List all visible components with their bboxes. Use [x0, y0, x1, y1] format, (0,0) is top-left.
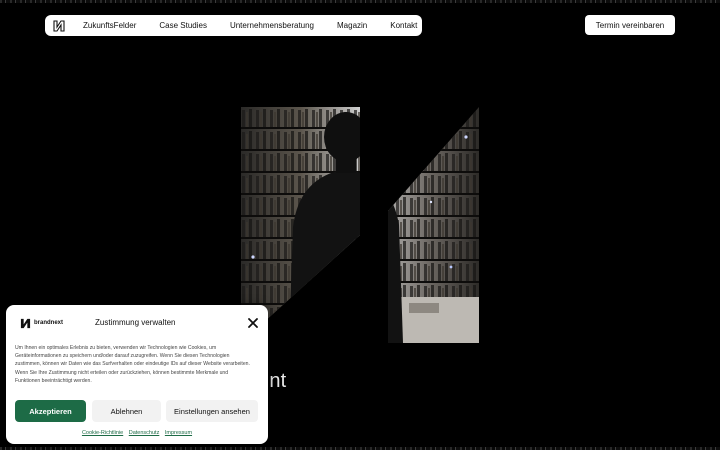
hero-logo-image: [241, 107, 479, 343]
consent-links: Cookie-Richtlinie Datenschutz Impressum: [6, 430, 268, 436]
link-cookie-policy[interactable]: Cookie-Richtlinie: [82, 430, 123, 436]
decline-button[interactable]: Ablehnen: [92, 400, 161, 422]
brandnext-logo-icon[interactable]: [53, 19, 65, 32]
consent-brand-logo: brandnext: [20, 316, 63, 330]
link-privacy[interactable]: Datenschutz: [129, 430, 160, 436]
cookie-consent-dialog: brandnext Zustimmung verwalten Um Ihnen …: [6, 305, 268, 444]
view-settings-button[interactable]: Einstellungen ansehen: [166, 400, 258, 422]
consent-body-text: Um Ihnen ein optimales Erlebnis zu biete…: [15, 345, 250, 384]
book-appointment-button[interactable]: Termin vereinbaren: [585, 15, 675, 35]
brandnext-logo-icon: [20, 318, 31, 328]
consent-brand-name: brandnext: [34, 320, 64, 326]
nav-item-case-studies[interactable]: Case Studies: [159, 21, 207, 30]
link-imprint[interactable]: Impressum: [165, 430, 192, 436]
nav-item-zukunftsfelder[interactable]: ZukunftsFelder: [83, 21, 136, 30]
nav-item-magazin[interactable]: Magazin: [337, 21, 367, 30]
nav-item-unternehmensberatung[interactable]: Unternehmensberatung: [230, 21, 314, 30]
top-decorative-strip: [0, 0, 720, 3]
nav-item-kontakt[interactable]: Kontakt: [390, 21, 417, 30]
close-icon[interactable]: [248, 318, 258, 328]
consent-title: Zustimmung verwalten: [95, 318, 176, 327]
main-navigation: ZukunftsFelder Case Studies Unternehmens…: [45, 15, 422, 36]
accept-button[interactable]: Akzeptieren: [15, 400, 86, 422]
